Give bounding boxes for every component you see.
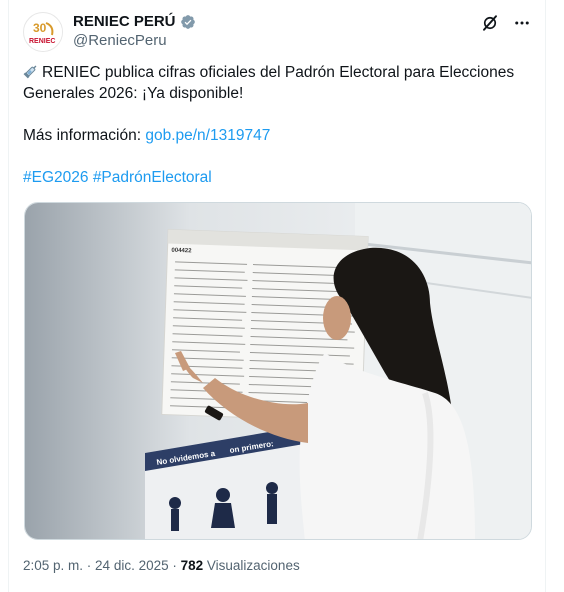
sheet-code: 004422 [171,248,192,255]
tweet-line-1: RENIEC publica cifras oficiales del Padr… [42,64,515,81]
hashtag-eg2026[interactable]: #EG2026 [23,169,89,186]
views-count: 782 [180,558,204,573]
tweet-card: 30 RENIEC RENIEC PERÚ @ReniecPeru RENIEC… [8,0,546,592]
tweet-metadata: 2:05 p. m. · 24 dic. 2025 · 782 Visualiz… [23,558,300,573]
tweet-line-2: Generales 2026: ¡Ya disponible! [23,85,244,102]
tweet-text: RENIEC publica cifras oficiales del Padr… [23,62,533,188]
more-info-link[interactable]: gob.pe/n/1319747 [145,127,270,144]
tweet-photo[interactable]: 004422 No olvidemos a on primero: [24,202,532,540]
tweet-header: 30 RENIEC RENIEC PERÚ @ReniecPeru [23,12,531,52]
more-info-label: Más información: [23,127,146,144]
more-options-icon[interactable] [513,14,531,32]
avatar[interactable]: 30 RENIEC [23,12,63,52]
hashtag-padron-electoral[interactable]: #PadrónElectoral [93,169,212,186]
avatar-badge: 30 [33,21,47,35]
author-info: RENIEC PERÚ @ReniecPeru [73,13,196,49]
grok-icon[interactable] [481,14,499,32]
photo-electoral-list: 004422 No olvidemos a on primero: [25,203,531,539]
tweet-time[interactable]: 2:05 p. m. [23,558,83,573]
handle[interactable]: @ReniecPeru [73,32,196,49]
tweet-date[interactable]: 24 dic. 2025 [95,558,169,573]
header-actions [481,14,531,32]
views-label: Visualizaciones [203,558,300,573]
avatar-text: RENIEC [29,38,55,45]
verified-badge-icon [180,14,195,29]
syringe-emoji-icon [23,65,37,79]
display-name[interactable]: RENIEC PERÚ [73,13,176,30]
